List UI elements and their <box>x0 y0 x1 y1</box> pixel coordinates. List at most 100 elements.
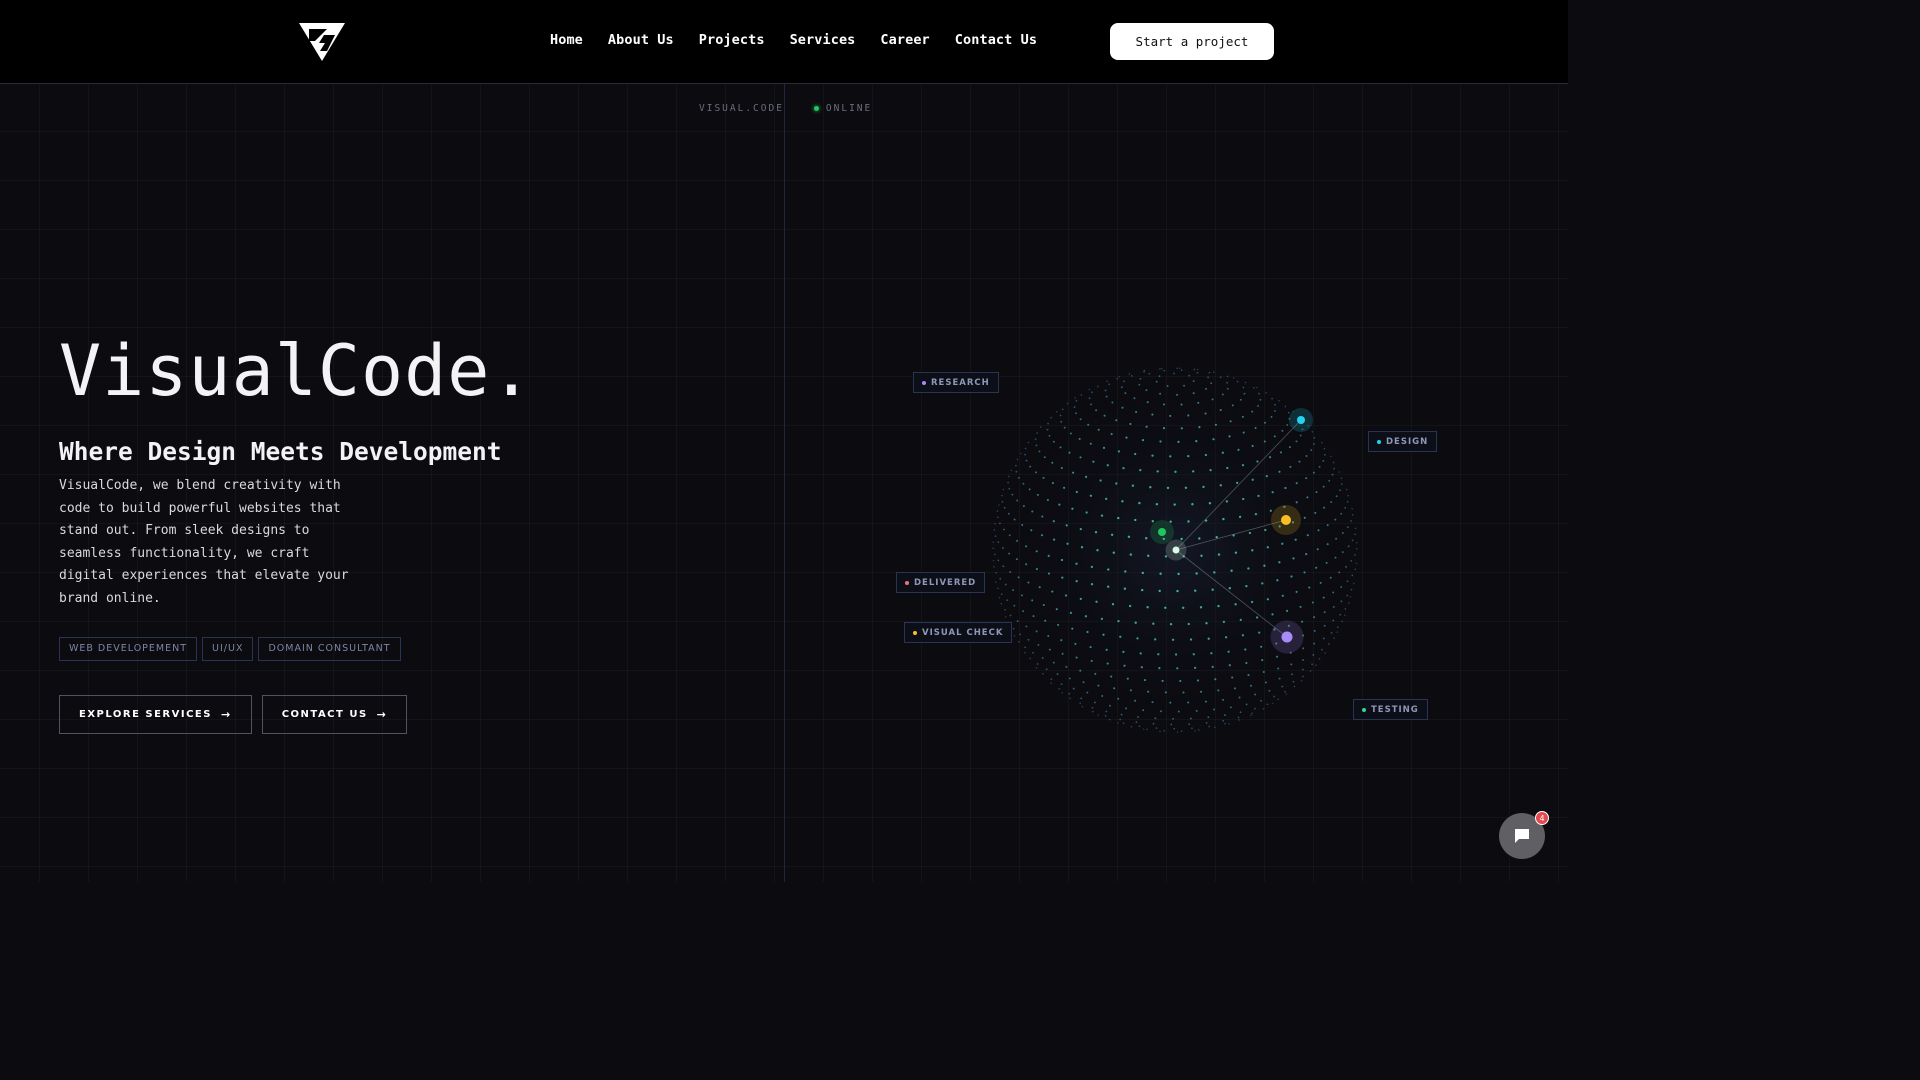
globe-dot <box>1025 563 1028 566</box>
globe-dot <box>1248 531 1252 535</box>
globe-dot <box>1088 397 1091 400</box>
globe-dot <box>1048 434 1051 437</box>
globe-dot <box>1279 451 1283 454</box>
badge-testing: TESTING <box>1353 699 1428 720</box>
globe-dot <box>1016 539 1019 542</box>
site-header: Home About Us Projects Services Career C… <box>0 0 1568 84</box>
hero-description: VisualCode, we blend creativity with cod… <box>59 478 349 606</box>
globe-dot <box>1176 589 1179 593</box>
nav-career[interactable]: Career <box>880 32 929 48</box>
globe-dot <box>1325 561 1328 564</box>
globe-dot <box>1250 600 1254 604</box>
globe-dot <box>1160 367 1163 370</box>
globe-dot <box>1122 466 1125 470</box>
globe-dot <box>1198 537 1201 540</box>
globe-dot <box>1214 678 1217 681</box>
globe-dot <box>1027 441 1030 444</box>
globe-dot <box>1158 589 1161 593</box>
globe-dot <box>1012 589 1015 592</box>
globe-dot <box>1209 468 1212 472</box>
globe-dot <box>1047 554 1050 557</box>
globe-dot <box>1050 682 1053 685</box>
nav-services[interactable]: Services <box>790 32 856 48</box>
nav-about-us[interactable]: About Us <box>608 32 674 48</box>
globe-dot <box>1351 513 1354 516</box>
globe-dot <box>1354 527 1357 530</box>
globe-dot <box>1152 622 1155 625</box>
globe-dot <box>1111 401 1114 404</box>
globe-dot <box>1080 546 1084 549</box>
globe-dot <box>1097 714 1099 716</box>
globe-dot <box>1234 551 1238 554</box>
globe-dot <box>1341 551 1344 554</box>
globe-dot <box>1330 501 1333 503</box>
globe-dot <box>1281 685 1284 688</box>
globe-dot <box>1140 666 1143 669</box>
globe-dot <box>1155 727 1158 729</box>
globe-dot <box>1106 662 1109 665</box>
globe-dot <box>1335 537 1338 540</box>
globe-dot <box>1313 437 1316 439</box>
nav-contact-us[interactable]: Contact Us <box>955 32 1037 48</box>
status-bar: VISUAL.CODE ONLINE <box>699 103 872 114</box>
globe-dot <box>1174 653 1178 656</box>
globe-dot <box>1120 713 1123 716</box>
globe-dot <box>1135 721 1138 723</box>
globe-dot <box>1217 604 1220 608</box>
globe-dot <box>1090 583 1094 586</box>
globe-dot <box>1239 618 1242 622</box>
globe-dot <box>1328 479 1331 482</box>
dotted-globe-graphic <box>990 365 1360 735</box>
globe-dot <box>1264 681 1267 684</box>
globe-dot <box>1001 547 1004 549</box>
globe-dot <box>1042 672 1044 675</box>
explore-services-button[interactable]: EXPLORE SERVICES → <box>59 695 252 734</box>
globe-dot <box>993 565 995 568</box>
globe-dot <box>1322 637 1325 640</box>
globe-dot <box>1335 495 1338 498</box>
globe-dot <box>1334 518 1337 521</box>
globe-dot <box>994 553 996 556</box>
globe-dot <box>1184 486 1188 489</box>
globe-dot <box>1355 562 1358 565</box>
explore-services-label: EXPLORE SERVICES <box>79 709 212 720</box>
globe-dot <box>1075 412 1077 415</box>
globe-dot <box>1245 661 1248 665</box>
globe-dot <box>1222 698 1225 701</box>
globe-dot <box>999 522 1001 525</box>
service-tags: WEB DEVELOPEMENT UI/UX DOMAIN CONSULTANT <box>59 637 401 661</box>
globe-dot <box>1007 481 1009 484</box>
globe-dot <box>1174 470 1177 473</box>
status-brand: VISUAL.CODE <box>699 103 784 114</box>
nav-projects[interactable]: Projects <box>699 32 765 48</box>
globe-dot <box>1189 717 1192 720</box>
visualcode-logo-icon[interactable] <box>297 21 347 63</box>
globe-dot <box>1291 673 1293 676</box>
globe-dot <box>1284 690 1287 693</box>
globe-dot <box>1072 471 1075 474</box>
nav-home[interactable]: Home <box>550 32 583 48</box>
badge-research-label: RESEARCH <box>931 377 990 388</box>
contact-us-button[interactable]: CONTACT US → <box>261 695 408 734</box>
globe-dot <box>1094 672 1097 675</box>
tag-domain-consultant: DOMAIN CONSULTANT <box>258 637 401 661</box>
globe-dot <box>1176 393 1179 396</box>
globe-dot <box>1344 614 1346 616</box>
globe-dot <box>1345 488 1348 491</box>
globe-dot <box>1000 593 1003 596</box>
globe-dot <box>1016 620 1019 623</box>
globe-dot <box>1159 710 1162 713</box>
globe-dot <box>1146 728 1148 731</box>
globe-dot <box>1284 405 1287 408</box>
globe-dot <box>1344 506 1347 509</box>
globe-dot <box>1177 710 1180 713</box>
globe-dot <box>1095 409 1098 412</box>
start-project-button[interactable]: Start a project <box>1110 23 1274 60</box>
globe-dot <box>1254 426 1257 430</box>
globe-dot <box>1338 571 1341 574</box>
globe-dot <box>1066 402 1069 405</box>
globe-dot <box>1069 611 1072 614</box>
globe-dot <box>1298 460 1301 463</box>
globe-dot <box>1004 583 1007 586</box>
badge-testing-label: TESTING <box>1371 704 1419 715</box>
